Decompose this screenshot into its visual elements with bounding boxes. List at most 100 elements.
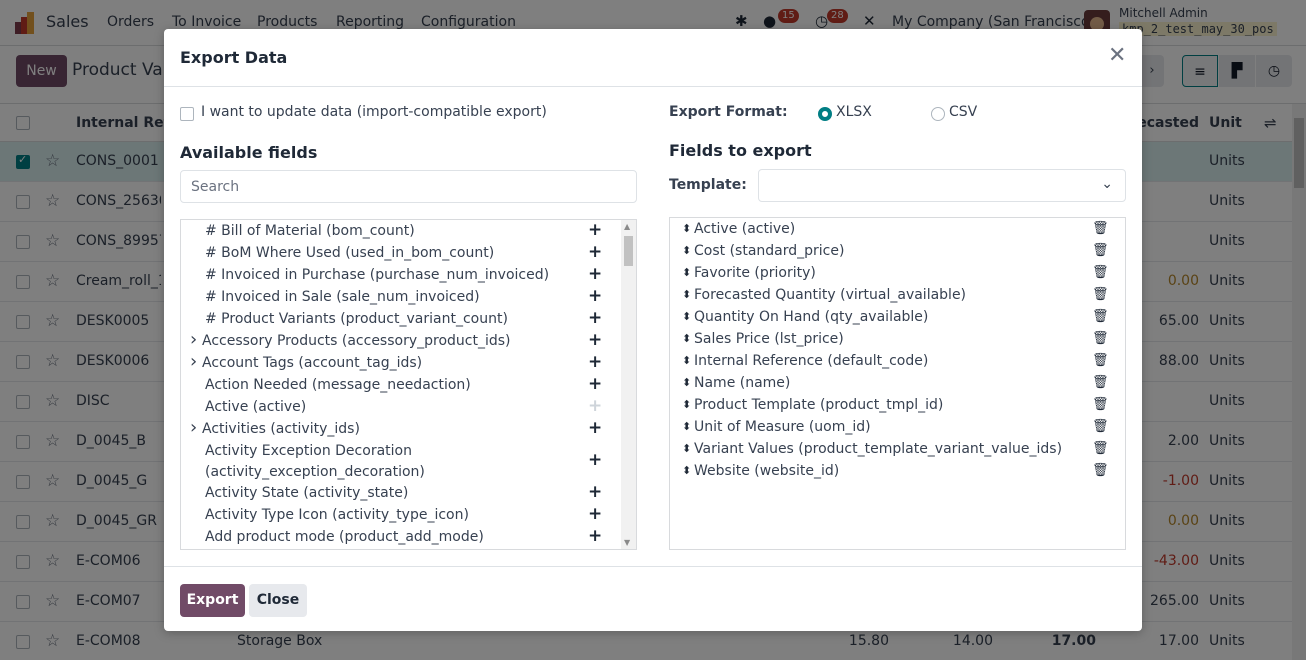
remove-field-trash-icon[interactable]: 🗑 [1092,241,1109,261]
export-field-item[interactable]: ⬍ Quantity On Hand (qty_available) 🗑 [670,307,1125,329]
available-field-item[interactable]: › Account Tags (account_tag_ids) + [181,352,621,375]
add-field-plus-icon[interactable]: + [588,220,602,240]
remove-field-trash-icon[interactable]: 🗑 [1092,395,1109,415]
remove-field-trash-icon[interactable]: 🗑 [1092,263,1109,283]
import-compatible-label[interactable]: I want to update data (import-compatible… [201,104,547,120]
export-format-label: Export Format: [669,104,788,120]
drag-handle-icon[interactable]: ⬍ [682,329,691,349]
remove-field-trash-icon[interactable]: 🗑 [1092,219,1109,239]
import-compatible-checkbox[interactable] [180,107,194,121]
add-field-plus-icon[interactable]: + [588,526,602,546]
field-label: Activity State (activity_state) [205,485,409,501]
available-field-item[interactable]: Add product mode (product_add_mode) + [181,526,621,549]
export-field-item[interactable]: ⬍ Forecasted Quantity (virtual_available)… [670,285,1125,307]
export-field-item[interactable]: ⬍ Unit of Measure (uom_id) 🗑 [670,417,1125,439]
expand-chevron-icon[interactable]: › [190,330,197,350]
field-label-technical: (activity_exception_decoration) [205,464,425,480]
remove-field-trash-icon[interactable]: 🗑 [1092,285,1109,305]
export-button[interactable]: Export [180,584,245,617]
export-field-item[interactable]: ⬍ Product Template (product_tmpl_id) 🗑 [670,395,1125,417]
add-field-plus-icon[interactable]: + [588,330,602,350]
drag-handle-icon[interactable]: ⬍ [682,285,691,305]
available-fields-title: Available fields [180,143,318,162]
available-field-item[interactable]: # Invoiced in Purchase (purchase_num_inv… [181,264,621,287]
export-field-item[interactable]: ⬍ Website (website_id) 🗑 [670,461,1125,483]
add-field-plus-icon[interactable]: + [588,482,602,502]
export-field-label: Quantity On Hand (qty_available) [694,309,929,325]
field-label: Activity Exception Decoration [205,443,412,459]
available-field-item[interactable]: Action Needed (message_needaction) + [181,374,621,397]
export-field-item[interactable]: ⬍ Name (name) 🗑 [670,373,1125,395]
template-select[interactable]: ⌄ [758,169,1126,202]
available-field-item[interactable]: Activity Type Icon (activity_type_icon) + [181,504,621,527]
drag-handle-icon[interactable]: ⬍ [682,461,691,481]
search-input[interactable] [180,170,637,203]
fields-to-export-title: Fields to export [669,141,812,160]
available-field-item[interactable]: Activity State (activity_state) + [181,482,621,505]
available-field-item[interactable]: Active (active) + [181,396,621,419]
field-label: Activity Type Icon (activity_type_icon) [205,507,469,523]
available-field-item[interactable]: › Activities (activity_ids) + [181,418,621,441]
export-field-item[interactable]: ⬍ Active (active) 🗑 [670,219,1125,241]
available-field-item[interactable]: # Product Variants (product_variant_coun… [181,308,621,331]
drag-handle-icon[interactable]: ⬍ [682,439,691,459]
export-field-item[interactable]: ⬍ Variant Values (product_template_varian… [670,439,1125,461]
add-field-plus-icon[interactable]: + [588,450,602,470]
drag-handle-icon[interactable]: ⬍ [682,219,691,239]
drag-handle-icon[interactable]: ⬍ [682,417,691,437]
format-csv-label[interactable]: CSV [949,104,977,120]
format-xlsx-label[interactable]: XLSX [836,104,872,120]
add-field-plus-icon: + [588,396,603,416]
drag-handle-icon[interactable]: ⬍ [682,241,691,261]
remove-field-trash-icon[interactable]: 🗑 [1092,461,1109,481]
format-csv-radio[interactable] [931,107,945,121]
export-field-item[interactable]: ⬍ Favorite (priority) 🗑 [670,263,1125,285]
remove-field-trash-icon[interactable]: 🗑 [1092,329,1109,349]
available-field-item[interactable]: Activity Exception Decoration (activity_e… [181,441,621,483]
export-field-label: Favorite (priority) [694,265,816,281]
add-field-plus-icon[interactable]: + [588,242,602,262]
close-icon[interactable]: ✕ [1108,45,1126,67]
export-field-item[interactable]: ⬍ Internal Reference (default_code) 🗑 [670,351,1125,373]
add-field-plus-icon[interactable]: + [588,374,602,394]
add-field-plus-icon[interactable]: + [588,352,602,372]
available-field-item[interactable]: # Bill of Material (bom_count) + [181,220,621,243]
remove-field-trash-icon[interactable]: 🗑 [1092,417,1109,437]
field-label: Action Needed (message_needaction) [205,377,471,393]
available-fields-scrollbar[interactable]: ▲ ▼ [621,220,636,549]
close-button[interactable]: Close [249,584,307,617]
remove-field-trash-icon[interactable]: 🗑 [1092,307,1109,327]
drag-handle-icon[interactable]: ⬍ [682,307,691,327]
drag-handle-icon[interactable]: ⬍ [682,263,691,283]
export-field-label: Variant Values (product_template_variant… [694,441,1063,457]
field-label: Accessory Products (accessory_product_id… [202,333,511,349]
export-field-label: Name (name) [694,375,791,391]
remove-field-trash-icon[interactable]: 🗑 [1092,373,1109,393]
field-label: Account Tags (account_tag_ids) [202,355,423,371]
field-label: # Product Variants (product_variant_coun… [205,311,508,327]
export-field-item[interactable]: ⬍ Sales Price (lst_price) 🗑 [670,329,1125,351]
available-field-item[interactable]: # BoM Where Used (used_in_bom_count) + [181,242,621,265]
field-label: Activities (activity_ids) [202,421,360,437]
add-field-plus-icon[interactable]: + [588,264,602,284]
drag-handle-icon[interactable]: ⬍ [682,395,691,415]
drag-handle-icon[interactable]: ⬍ [682,373,691,393]
export-field-item[interactable]: ⬍ Cost (standard_price) 🗑 [670,241,1125,263]
dialog-header: Export Data ✕ [164,29,1142,87]
add-field-plus-icon[interactable]: + [588,308,602,328]
available-field-item[interactable]: › Accessory Products (accessory_product_i… [181,330,621,353]
expand-chevron-icon[interactable]: › [190,418,197,438]
export-field-label: Internal Reference (default_code) [694,353,929,369]
export-field-label: Active (active) [694,221,796,237]
format-xlsx-radio[interactable] [818,107,832,121]
available-field-item[interactable]: # Invoiced in Sale (sale_num_invoiced) + [181,286,621,309]
add-field-plus-icon[interactable]: + [588,418,602,438]
add-field-plus-icon[interactable]: + [588,286,602,306]
add-field-plus-icon[interactable]: + [588,504,602,524]
drag-handle-icon[interactable]: ⬍ [682,351,691,371]
expand-chevron-icon[interactable]: › [190,352,197,372]
remove-field-trash-icon[interactable]: 🗑 [1092,351,1109,371]
remove-field-trash-icon[interactable]: 🗑 [1092,439,1109,459]
field-label: # BoM Where Used (used_in_bom_count) [205,245,495,261]
export-field-label: Sales Price (lst_price) [694,331,844,347]
